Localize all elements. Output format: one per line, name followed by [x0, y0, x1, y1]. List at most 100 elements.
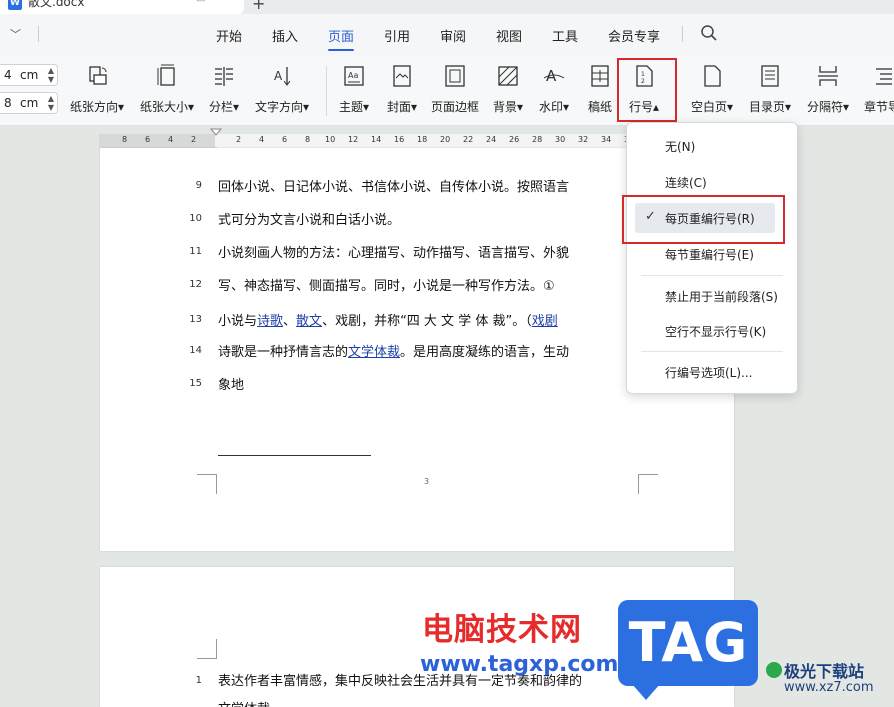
menu-item-hide-blank-lines[interactable]: 空行不显示行号(K) [627, 316, 797, 346]
paper-orientation-button[interactable]: 纸张方向▾ [64, 60, 130, 120]
background-button[interactable]: 背景▾ [488, 60, 528, 120]
menu-divider [641, 351, 783, 352]
tab-insert[interactable]: 插入 [272, 26, 298, 45]
line-number-highlight [617, 58, 677, 122]
tab-member[interactable]: 会员专享 [608, 26, 660, 45]
ruler-tick: 22 [463, 135, 474, 144]
tab-references[interactable]: 引用 [384, 26, 410, 45]
new-tab-button[interactable]: + [252, 0, 265, 13]
paper-size-button[interactable]: 纸张大小▾ [134, 60, 200, 120]
hyperlink-prose[interactable]: 散文 [296, 314, 322, 329]
menu-item-label: 行编号选项(L)... [665, 366, 753, 380]
title-bar: W 散文.docx ▭ • + [0, 0, 894, 14]
blank-page-button[interactable]: 空白页▾ [686, 60, 738, 120]
ruler-tick: 24 [486, 135, 497, 144]
tab-tools[interactable]: 工具 [552, 26, 578, 45]
ruler-tick: 8 [122, 135, 128, 144]
watermark-jiguang: 极光下载站 www.xz7.com [766, 658, 890, 704]
tab-page[interactable]: 页面 [328, 26, 355, 51]
spinner-arrows-icon[interactable]: ▲ ▼ [48, 66, 54, 84]
tab-review[interactable]: 审阅 [440, 26, 466, 45]
document-tab[interactable]: W 散文.docx ▭ • [0, 0, 244, 14]
menu-item-none[interactable]: 无(N) [627, 131, 797, 161]
ruler-tick: 14 [371, 135, 382, 144]
watermark-site-url: www.tagxp.com [420, 652, 619, 677]
cover-button[interactable]: 封面▾ [380, 60, 424, 120]
watermark-jg-name: 极光下载站 [784, 662, 865, 681]
menu-divider [38, 26, 39, 42]
text-run: 回体小说、日记体小说、书信体小说、自传体小说。按照语言 [218, 180, 570, 195]
ruler-tick: 32 [578, 135, 589, 144]
text-line[interactable]: 象地 [218, 374, 244, 393]
ruler-tick: 4 [168, 135, 174, 144]
separator-button[interactable]: 分隔符▾ [802, 60, 854, 120]
menu-item-continuous[interactable]: 连续(C) [627, 167, 797, 197]
hyperlink-literary-genre[interactable]: 文学体裁 [348, 345, 400, 360]
margin-spinner-bottom[interactable]: 8 cm ▲ ▼ [0, 92, 58, 114]
text-line[interactable]: 诗歌是一种抒情言志的文学体裁。是用高度凝练的语言，生动 [218, 341, 569, 360]
text-line[interactable]: 式可分为文言小说和白话小说。 [218, 209, 400, 228]
tab-start[interactable]: 开始 [216, 26, 242, 45]
menu-item-label: 每节重编行号(E) [665, 248, 754, 262]
watermark-tag-logo: TAG [618, 600, 758, 700]
ruler-tick: 26 [509, 135, 520, 144]
ruler-tick: 20 [440, 135, 451, 144]
theme-button[interactable]: Aa 主题▾ [334, 60, 374, 120]
text-line[interactable]: 小说刻画人物的方法：心理描写、动作描写、语言描写、外貌 [218, 242, 569, 261]
tab-view[interactable]: 视图 [496, 26, 522, 45]
svg-text:A: A [274, 69, 283, 83]
watermark-button[interactable]: A 水印▾ [534, 60, 574, 120]
menu-item-suppress-paragraph[interactable]: 禁止用于当前段落(S) [627, 281, 797, 311]
text-run: 诗歌是一种抒情言志的 [218, 345, 349, 360]
text-direction-button[interactable]: A 文字方向▾ [250, 60, 314, 120]
ribbon-toolbar: 4 cm ▲ ▼ 8 cm ▲ ▼ 纸张方向▾ 纸张大小▾ 分栏▾ A 文字方向▾ … [0, 56, 894, 126]
ribbon-divider [326, 66, 327, 116]
ribbon-label: 分隔符▾ [806, 100, 850, 114]
ruler-tick: 2 [236, 135, 242, 144]
menu-item-label: 无(N) [665, 140, 696, 154]
chapter-nav-button[interactable]: 章节导 [860, 60, 894, 120]
margin-corner-marker [197, 474, 217, 494]
chevron-down-icon[interactable]: ﹀ [10, 26, 21, 42]
ruler-tick: 18 [417, 135, 428, 144]
word-doc-icon: W [8, 0, 22, 10]
ribbon-label: 空白页▾ [690, 100, 734, 114]
text-run: 、 [283, 314, 297, 329]
jiguang-logo-icon [766, 662, 782, 678]
manuscript-paper-button[interactable]: 稿纸 [580, 60, 620, 120]
toc-page-button[interactable]: 目录页▾ [744, 60, 796, 120]
page-border-button[interactable]: 页面边框 [428, 60, 482, 120]
page-number: 3 [424, 477, 430, 486]
text-run: 小说刻画人物的方法：心理描写、动作描写、语言描写、外貌 [218, 246, 570, 261]
option-highlight [622, 195, 785, 244]
chapter-icon [876, 68, 892, 85]
cover-icon [393, 65, 411, 87]
line-number-dropdown: 无(N) 连续(C) ✓ 每页重编行号(R) 每节重编行号(E) 禁止用于当前段… [626, 122, 798, 394]
spinner-arrows-icon[interactable]: ▲ ▼ [48, 94, 54, 112]
text-line[interactable]: 写、神态描写、侧面描写。同时，小说是一种写作方法。① [218, 275, 555, 294]
menu-item-line-number-options[interactable]: 行编号选项(L)... [627, 357, 797, 387]
text-line[interactable]: 文学体裁 [218, 698, 270, 707]
spinner-value: 8 [4, 96, 12, 110]
ribbon-label: 主题▾ [338, 100, 370, 114]
columns-button[interactable]: 分栏▾ [204, 60, 244, 120]
ribbon-label: 稿纸 [587, 100, 612, 114]
manuscript-icon [591, 65, 609, 87]
ribbon-label: 水印▾ [538, 100, 570, 114]
footnote-separator [218, 455, 371, 456]
hyperlink-poetry[interactable]: 诗歌 [257, 314, 283, 329]
text-line[interactable]: 回体小说、日记体小说、书信体小说、自传体小说。按照语言 [218, 176, 569, 195]
text-line[interactable]: 小说与诗歌、散文、戏剧，并称“四 大 文 学 体 裁”。（戏剧 [218, 310, 558, 329]
hyperlink-drama[interactable]: 戏剧 [532, 314, 558, 329]
orientation-icon [89, 66, 107, 85]
text-run: 。是用高度凝练的语言，生动 [400, 345, 570, 360]
ribbon-label: 目录页▾ [748, 100, 792, 114]
line-number: 10 [189, 213, 202, 224]
menu-divider [682, 26, 683, 42]
paper-size-icon [157, 64, 175, 86]
margin-spinner-top[interactable]: 4 cm ▲ ▼ [0, 64, 58, 86]
ribbon-label: 章节导 [864, 100, 894, 114]
margin-corner-marker [197, 639, 217, 659]
search-icon[interactable] [700, 24, 718, 42]
line-number: 13 [189, 314, 202, 325]
